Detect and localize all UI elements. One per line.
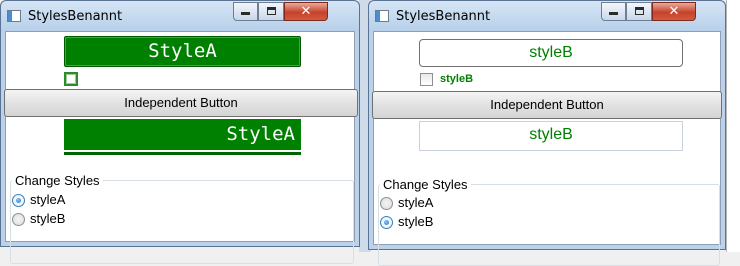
app-icon <box>7 10 21 22</box>
maximize-button[interactable] <box>258 2 284 21</box>
minimize-button[interactable] <box>601 2 626 21</box>
minimize-icon <box>609 12 618 15</box>
radio-styleB-label[interactable]: styleB <box>398 214 433 229</box>
window-client-area: StyleA Independent Button StyleA Change … <box>4 31 358 264</box>
maximize-icon <box>634 7 644 15</box>
minimize-icon <box>241 12 250 15</box>
radio-styleB[interactable] <box>380 216 393 229</box>
textbox-underline <box>64 152 301 155</box>
minimize-button[interactable] <box>233 2 258 21</box>
app-icon <box>375 10 389 22</box>
radio-styleA-label[interactable]: styleA <box>398 195 433 210</box>
radio-styleA[interactable] <box>380 197 393 210</box>
maximize-button[interactable] <box>626 2 652 21</box>
independent-button[interactable]: Independent Button <box>372 91 722 119</box>
radio-styleA-label[interactable]: styleA <box>30 192 65 207</box>
styled-checkbox[interactable] <box>64 72 78 86</box>
close-icon: ✕ <box>300 4 312 19</box>
background-window-edge <box>726 0 740 252</box>
title-bar[interactable]: StylesBenannt ✕ <box>369 1 725 31</box>
title-bar[interactable]: StylesBenannt ✕ <box>1 1 359 31</box>
styled-checkbox[interactable] <box>420 73 433 86</box>
window-client-area: styleB styleB Independent Button styleB … <box>372 31 722 266</box>
radio-styleB[interactable] <box>12 213 25 226</box>
close-button[interactable]: ✕ <box>652 2 696 21</box>
styled-button[interactable]: StyleA <box>64 36 301 67</box>
window-right: StylesBenannt ✕ styleB styleB Independen… <box>368 0 726 266</box>
window-title: StylesBenannt <box>396 9 491 24</box>
window-left: StylesBenannt ✕ StyleA Independent Butto… <box>0 0 360 264</box>
styled-textbox[interactable]: StyleA <box>64 119 301 150</box>
independent-button[interactable]: Independent Button <box>4 89 358 117</box>
styled-textbox[interactable]: styleB <box>419 121 683 151</box>
styled-checkbox-label[interactable]: styleB <box>440 73 473 85</box>
groupbox-title: Change Styles <box>380 177 471 192</box>
radio-styleA[interactable] <box>12 194 25 207</box>
close-button[interactable]: ✕ <box>284 2 328 21</box>
close-icon: ✕ <box>668 4 680 19</box>
window-title: StylesBenannt <box>28 9 123 24</box>
radio-styleB-label[interactable]: styleB <box>30 211 65 226</box>
styled-button[interactable]: styleB <box>419 39 683 67</box>
groupbox-title: Change Styles <box>12 173 103 188</box>
maximize-icon <box>266 7 276 15</box>
